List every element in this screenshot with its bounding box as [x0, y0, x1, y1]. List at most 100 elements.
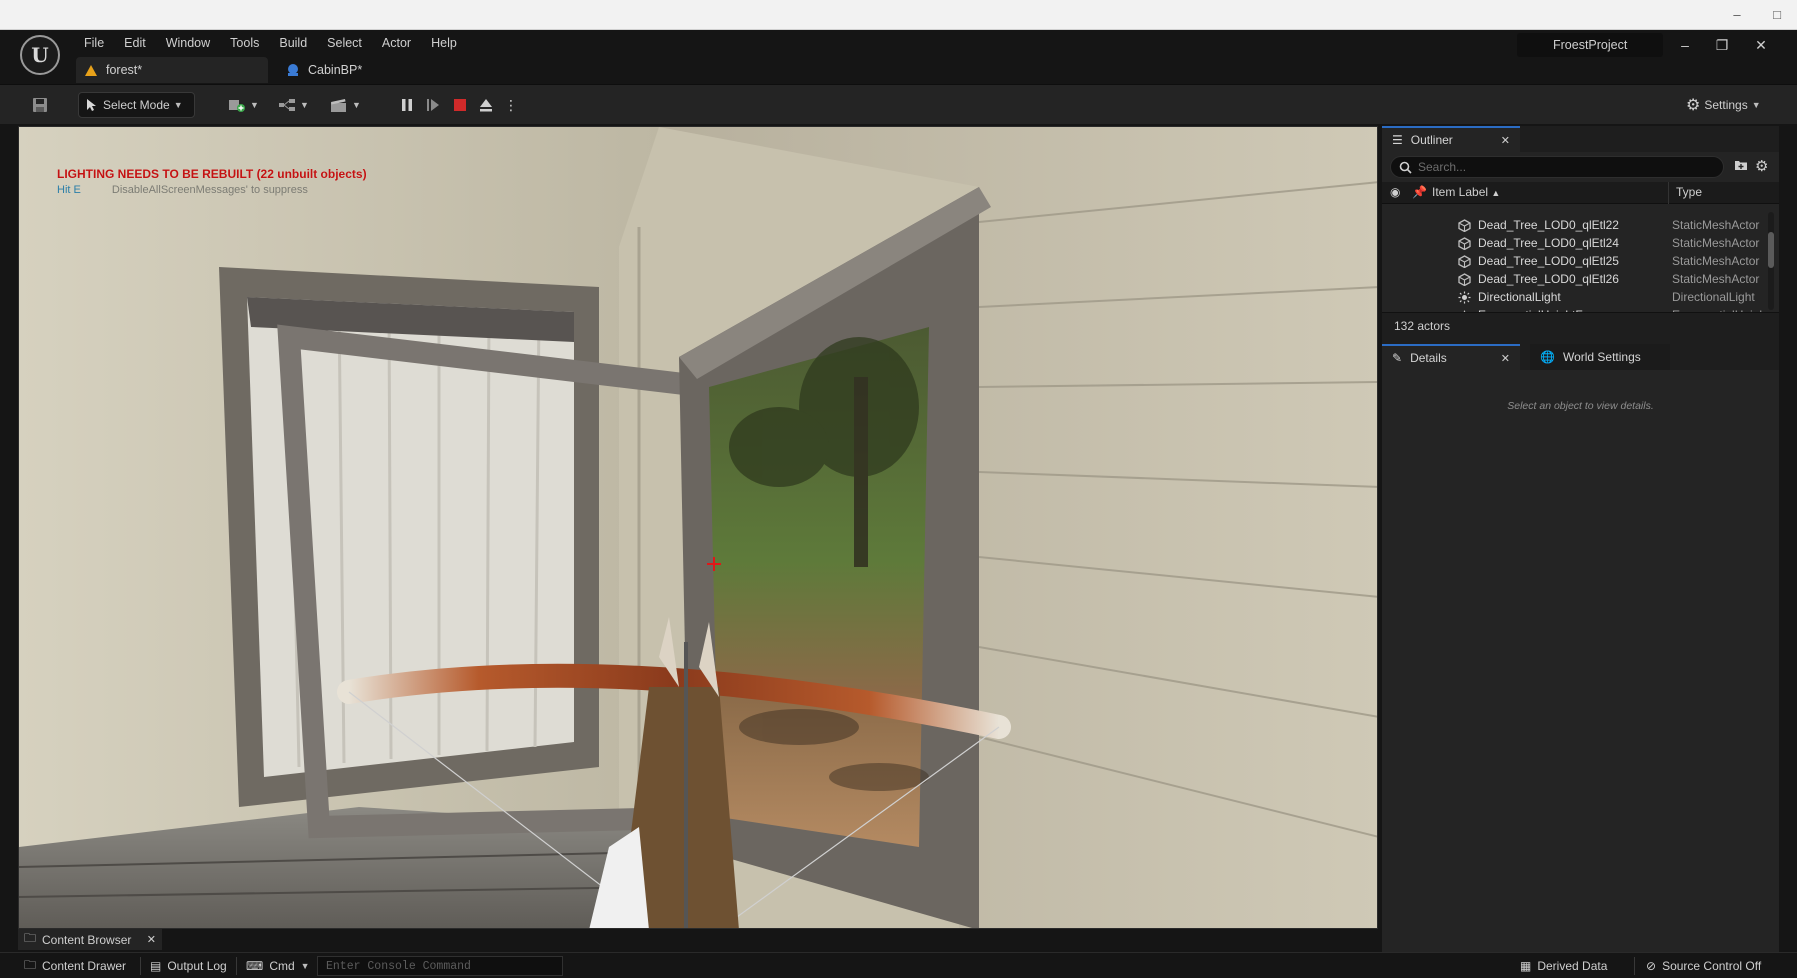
minimize-icon[interactable]: –: [1670, 34, 1700, 56]
row-label: Dead_Tree_LOD0_qlEtl25: [1478, 254, 1619, 268]
frame-skip-button[interactable]: [422, 93, 444, 117]
terminal-icon: ⌨: [246, 959, 264, 973]
row-label: Dead_Tree_LOD0_qlEtl26: [1478, 272, 1619, 286]
suppress-hint-key: Hit E: [57, 184, 81, 196]
visibility-eye-icon[interactable]: ◉: [1390, 185, 1400, 199]
close-details-icon[interactable]: ✕: [1501, 352, 1510, 365]
divider: [236, 957, 237, 975]
item-label-header: Item Label: [1432, 185, 1489, 199]
console-command-field[interactable]: [317, 956, 563, 976]
outliner-row[interactable]: Dead_Tree_LOD0_qlEtl25 StaticMeshActor: [1382, 252, 1770, 270]
sort-ascending-icon: ▲: [1491, 188, 1501, 198]
cmd-dropdown[interactable]: ⌨ Cmd ▼: [240, 956, 316, 976]
level-viewport[interactable]: LIGHTING NEEDS TO BE REBUILT (22 unbuilt…: [18, 126, 1378, 929]
add-actor-button[interactable]: ▼: [222, 92, 265, 118]
main-toolbar: Select Mode ▼ ▼ ▼ ▼ ⋮ ⚙ Settings ▼: [0, 84, 1797, 124]
close-outliner-icon[interactable]: ✕: [1501, 134, 1510, 147]
os-minimize-icon[interactable]: –: [1728, 6, 1746, 24]
directional-light-icon: [1458, 291, 1471, 304]
content-browser-tab[interactable]: 🗀 Content Browser ✕: [18, 929, 162, 950]
crosshair-icon: [707, 557, 721, 571]
add-folder-icon[interactable]: [1734, 159, 1750, 175]
more-options-icon[interactable]: ⋮: [500, 93, 522, 117]
output-log-button[interactable]: ▤ Output Log: [144, 956, 233, 976]
pencil-icon: ✎: [1392, 351, 1403, 365]
outliner-search[interactable]: [1390, 156, 1724, 178]
stop-button[interactable]: [449, 93, 471, 117]
menu-help[interactable]: Help: [421, 33, 467, 53]
suppress-hint: Hit E DisableAllScreenMessages' to suppr…: [57, 184, 308, 196]
menu-actor[interactable]: Actor: [372, 33, 421, 53]
content-drawer-label: Content Drawer: [42, 959, 127, 973]
close-icon[interactable]: ✕: [1746, 34, 1776, 56]
derived-data-button[interactable]: ▦ Derived Data: [1514, 956, 1613, 976]
suppress-hint-text: DisableAllScreenMessages' to suppress: [111, 184, 308, 196]
outliner-scrollbar[interactable]: [1768, 212, 1774, 310]
tab-outliner[interactable]: ☰ Outliner ✕: [1382, 126, 1520, 152]
save-button[interactable]: [26, 92, 54, 118]
type-column-header[interactable]: Type: [1676, 185, 1702, 199]
scrollbar-thumb[interactable]: [1768, 232, 1774, 268]
cmd-label: Cmd: [269, 959, 295, 973]
cursor-arrow-icon: [87, 99, 96, 111]
content-drawer-button[interactable]: 🗀 Content Drawer: [18, 956, 132, 976]
outliner-tab-label: Outliner: [1410, 133, 1453, 147]
row-type: DirectionalLight: [1672, 290, 1755, 304]
document-tabs: forest* CabinBP*: [76, 57, 374, 83]
chevron-down-icon: ▼: [173, 100, 183, 110]
chevron-down-icon: ▼: [352, 100, 361, 110]
chevron-down-icon: ▼: [300, 961, 310, 971]
settings-button[interactable]: ⚙ Settings ▼: [1680, 92, 1767, 118]
static-mesh-icon: [1458, 237, 1471, 250]
item-label-column[interactable]: Item Label ▲: [1432, 185, 1500, 199]
console-input[interactable]: [326, 957, 554, 975]
project-name: FroestProject: [1517, 33, 1664, 57]
static-mesh-icon: [1458, 255, 1471, 268]
tab-cabinbp[interactable]: CabinBP*: [278, 57, 374, 83]
outliner-column-header: ◉ 📌 Item Label ▲ Type: [1382, 182, 1779, 204]
blueprint-icon: [286, 63, 300, 77]
row-label: DirectionalLight: [1478, 290, 1561, 304]
close-content-browser-icon[interactable]: ✕: [147, 933, 156, 946]
outliner-row[interactable]: Dead_Tree_LOD0_qlEtl26 StaticMeshActor: [1382, 270, 1770, 288]
details-panel: Select an object to view details.: [1382, 370, 1779, 978]
tab-details[interactable]: ✎ Details ✕: [1382, 344, 1520, 370]
tab-world-settings[interactable]: 🌐 World Settings: [1530, 344, 1670, 370]
menu-edit[interactable]: Edit: [114, 33, 156, 53]
output-log-label: Output Log: [167, 959, 227, 973]
clapperboard-icon: [331, 99, 346, 112]
select-mode-dropdown[interactable]: Select Mode ▼: [78, 92, 195, 118]
source-control-button[interactable]: ⊘ Source Control Off: [1640, 956, 1767, 976]
menu-window[interactable]: Window: [156, 33, 220, 53]
blueprint-menu-button[interactable]: ▼: [272, 92, 315, 118]
search-input[interactable]: [1418, 160, 1698, 174]
frame-advance-icon: [427, 99, 439, 111]
os-maximize-icon[interactable]: □: [1768, 6, 1786, 24]
pause-button[interactable]: [396, 93, 418, 117]
globe-icon: 🌐: [1540, 350, 1555, 364]
outliner-settings-icon[interactable]: ⚙: [1755, 157, 1768, 175]
blueprint-graph-icon: [279, 99, 295, 111]
gear-icon: ⚙: [1686, 97, 1701, 114]
details-tab-label: Details: [1410, 351, 1447, 365]
outliner-icon: ☰: [1392, 133, 1403, 147]
menu-tools[interactable]: Tools: [220, 33, 269, 53]
outliner-row[interactable]: Dead_Tree_LOD0_qlEtl24 StaticMeshActor: [1382, 234, 1770, 252]
tab-forest[interactable]: forest*: [76, 57, 268, 83]
menu-select[interactable]: Select: [317, 33, 372, 53]
cinematics-button[interactable]: ▼: [324, 92, 367, 118]
outliner-row[interactable]: DirectionalLight DirectionalLight: [1382, 288, 1770, 306]
right-panel: ☰ Outliner ✕ ⚙ ◉ 📌 Item Label ▲ Type: [1382, 126, 1779, 978]
outliner-row[interactable]: Dead_Tree_LOD0_qlEtl22 StaticMeshActor: [1382, 216, 1770, 234]
derived-data-label: Derived Data: [1537, 959, 1608, 973]
restore-icon[interactable]: ❐: [1707, 34, 1737, 56]
os-title-bar: – □: [0, 0, 1797, 30]
eject-button[interactable]: [475, 93, 497, 117]
eject-icon: [480, 99, 492, 112]
actor-count: 132 actors: [1382, 312, 1779, 338]
content-browser-icon: 🗀: [24, 931, 37, 945]
pin-icon[interactable]: 📌: [1412, 185, 1427, 199]
drawer-icon: 🗀: [24, 957, 37, 972]
menu-file[interactable]: File: [74, 33, 114, 53]
menu-build[interactable]: Build: [269, 33, 317, 53]
